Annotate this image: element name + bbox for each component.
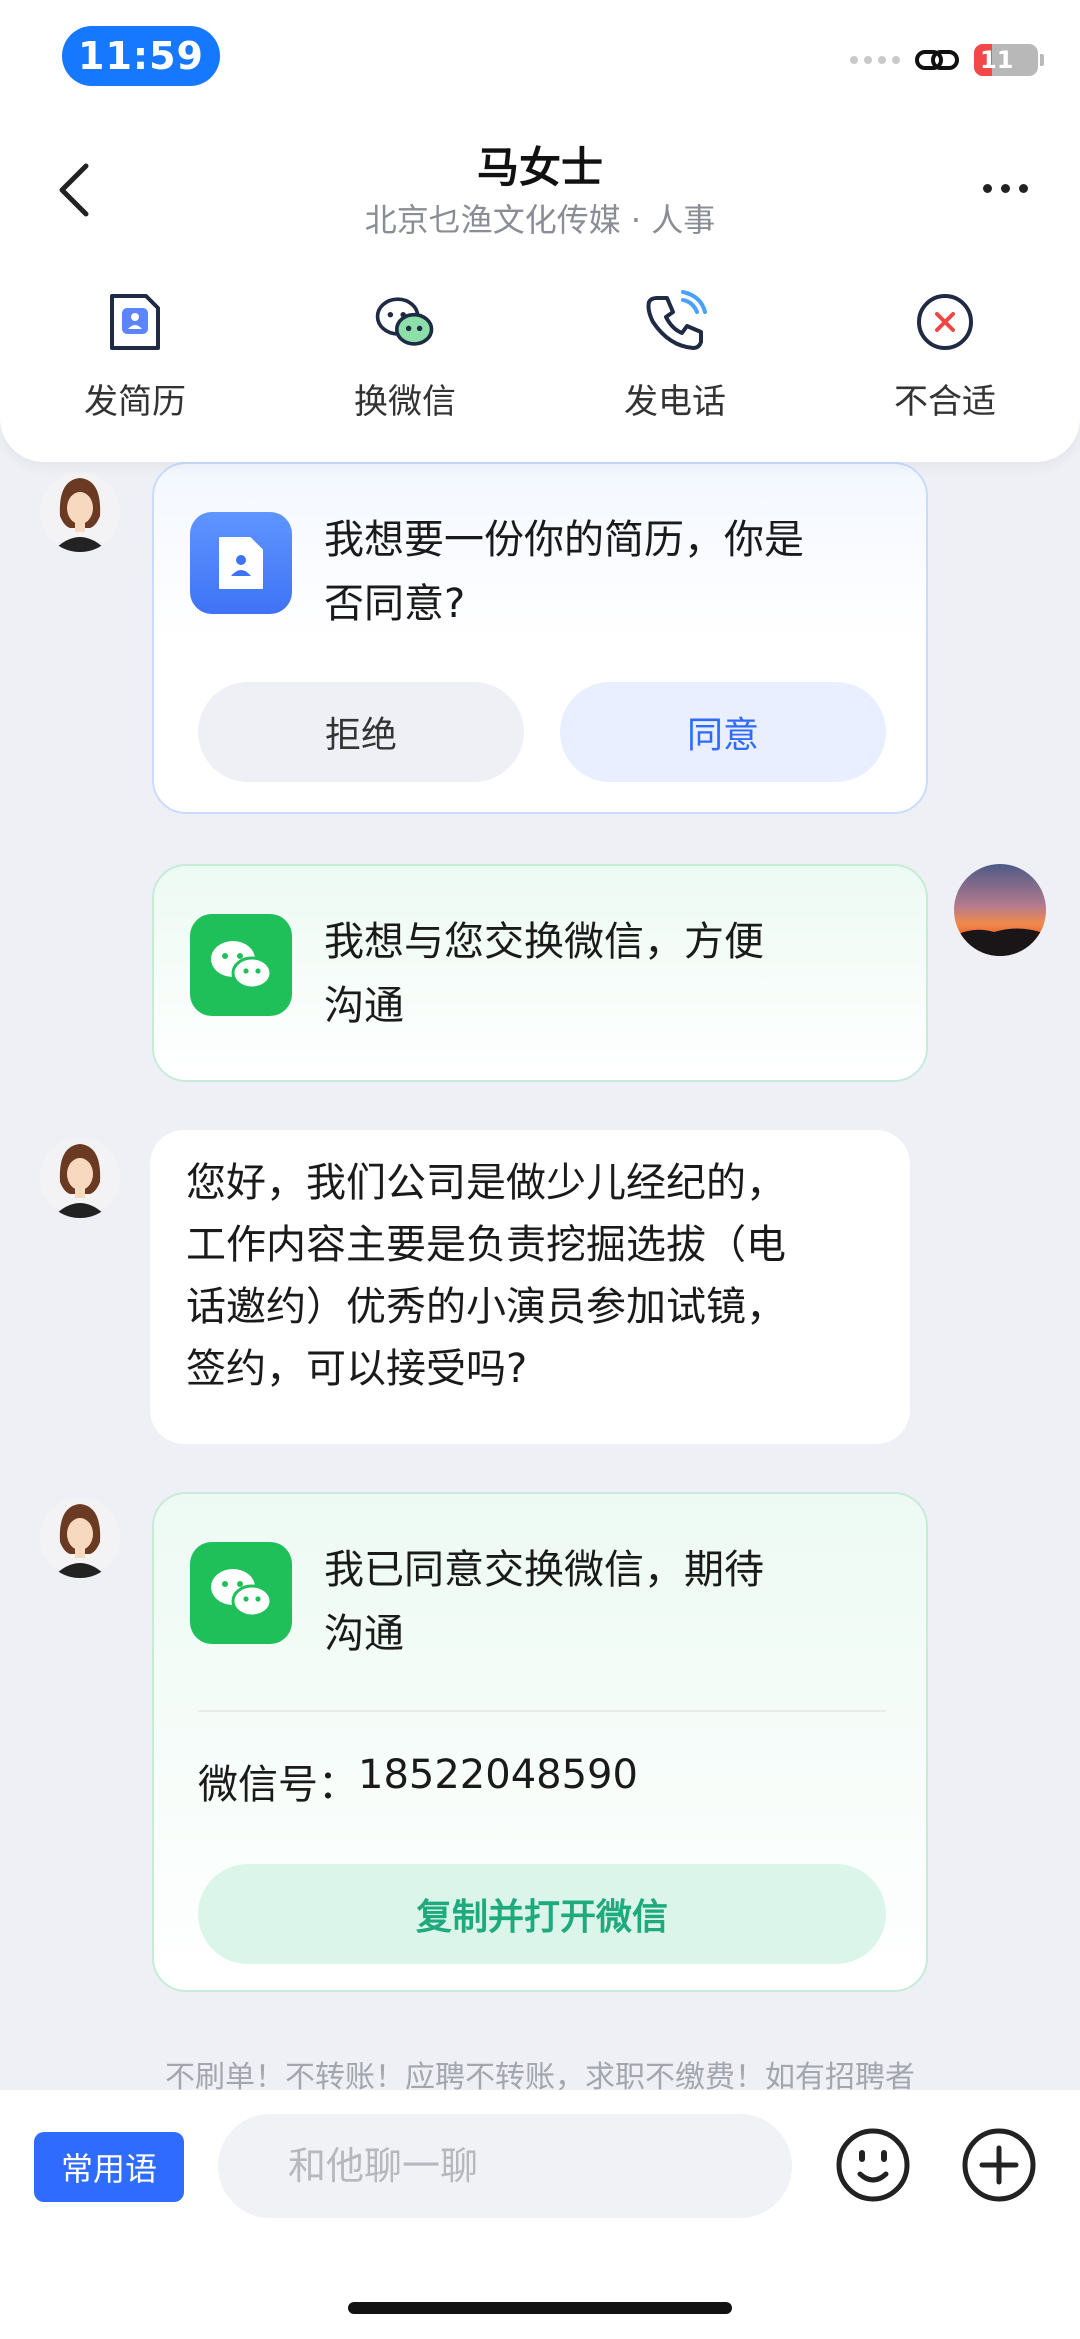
send-phone-action[interactable]: 发电话 bbox=[540, 290, 810, 423]
wechat-id-row: 微信号： 18522048590 bbox=[198, 1752, 638, 1810]
exchange-wechat-label: 换微信 bbox=[354, 382, 456, 422]
reject-icon bbox=[913, 290, 977, 354]
home-indicator bbox=[348, 2302, 732, 2314]
quick-actions: 发简历 换微信 发电话 不合适 bbox=[0, 290, 1080, 423]
emoji-button[interactable] bbox=[834, 2126, 912, 2204]
wechat-id-label: 微信号： bbox=[198, 1762, 358, 1808]
send-resume-label: 发简历 bbox=[84, 382, 186, 422]
wechat-request-text: 我想与您交换微信，方便 沟通 bbox=[324, 919, 764, 1029]
message-line: 签约，可以接受吗? bbox=[186, 1346, 528, 1392]
wechat-card-icon bbox=[190, 1542, 292, 1644]
exchange-wechat-action[interactable]: 换微信 bbox=[270, 290, 540, 423]
input-bar: 常用语 bbox=[0, 2090, 1080, 2339]
wechat-card-icon bbox=[190, 914, 292, 1016]
recruiter-avatar[interactable] bbox=[40, 1138, 120, 1218]
reject-resume-button[interactable]: 拒绝 bbox=[198, 682, 524, 782]
wechat-icon bbox=[373, 290, 437, 354]
message-line: 工作内容主要是负责挖掘选拔（电 bbox=[186, 1222, 786, 1268]
link-icon bbox=[915, 50, 959, 70]
send-resume-action[interactable]: 发简历 bbox=[0, 290, 270, 423]
more-actions-button[interactable] bbox=[960, 2126, 1038, 2204]
wechat-id-value: 18522048590 bbox=[358, 1752, 638, 1798]
resume-request-text: 我想要一份你的简历，你是 否同意? bbox=[324, 517, 804, 627]
common-phrases-button[interactable]: 常用语 bbox=[34, 2132, 184, 2202]
not-suitable-action[interactable]: 不合适 bbox=[810, 290, 1080, 423]
emoji-icon bbox=[836, 2128, 910, 2202]
accept-resume-button[interactable]: 同意 bbox=[560, 682, 886, 782]
contact-company: 北京乜渔文化传媒 · 人事 bbox=[364, 201, 716, 239]
resume-request-card: 我想要一份你的简历，你是 否同意? 拒绝 同意 bbox=[152, 462, 928, 814]
recruiter-avatar[interactable] bbox=[40, 1498, 120, 1578]
card-divider bbox=[198, 1710, 886, 1712]
status-time: 11:59 bbox=[62, 26, 220, 86]
message-input[interactable] bbox=[218, 2114, 792, 2218]
my-avatar[interactable] bbox=[954, 864, 1046, 956]
resume-icon bbox=[103, 290, 167, 354]
plus-icon bbox=[962, 2128, 1036, 2202]
wechat-accepted-card: 我已同意交换微信，期待 沟通 微信号： 18522048590 复制并打开微信 bbox=[152, 1492, 928, 1992]
chat-header: 11:59 11 马女士 北京乜渔文化传媒 · 人事 发简历 换微信 发电话 不… bbox=[0, 0, 1080, 462]
send-phone-label: 发电话 bbox=[624, 382, 726, 422]
recruiter-message-bubble: 您好，我们公司是做少儿经纪的， 工作内容主要是负责挖掘选拔（电 话邀约）优秀的小… bbox=[150, 1130, 910, 1444]
contact-name: 马女士 bbox=[476, 143, 603, 192]
copy-open-wechat-button[interactable]: 复制并打开微信 bbox=[198, 1864, 886, 1964]
wechat-request-card: 我想与您交换微信，方便 沟通 bbox=[152, 864, 928, 1082]
recruiter-avatar[interactable] bbox=[40, 472, 120, 552]
battery-icon: 11 bbox=[974, 44, 1038, 76]
signal-icon bbox=[850, 56, 900, 64]
wechat-accepted-text: 我已同意交换微信，期待 沟通 bbox=[324, 1547, 764, 1657]
resume-card-icon bbox=[190, 512, 292, 614]
not-suitable-label: 不合适 bbox=[894, 382, 996, 422]
status-icons: 11 bbox=[850, 44, 1044, 76]
message-line: 话邀约）优秀的小演员参加试镜， bbox=[186, 1284, 786, 1330]
phone-icon bbox=[643, 290, 707, 354]
message-line: 您好，我们公司是做少儿经纪的， bbox=[186, 1160, 786, 1206]
more-options-button[interactable] bbox=[983, 184, 1028, 193]
